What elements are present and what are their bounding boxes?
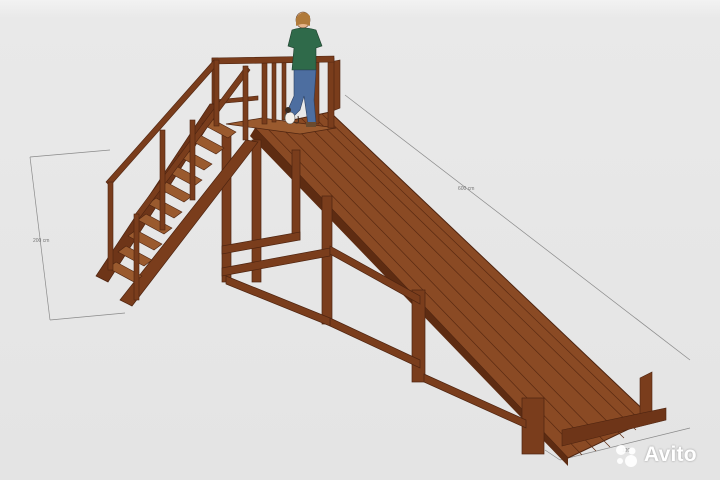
height-extension-bottom [49,312,126,321]
height-extension-top [29,149,111,158]
support-post-left [221,129,232,283]
avito-watermark: Avito [612,441,697,469]
avito-watermark-text: Avito [644,443,697,466]
length-dimension-label: 600 cm [458,186,475,192]
stair-steps [107,117,237,283]
sketch-canvas: 200 cm 600 cm 120 Avito [0,0,720,480]
support-post-middle [321,195,333,325]
slide-structure-drawing [29,11,691,466]
support-post-right [411,289,426,383]
avito-logo-icon [616,445,637,467]
height-dimension-label: 200 cm [33,238,50,244]
